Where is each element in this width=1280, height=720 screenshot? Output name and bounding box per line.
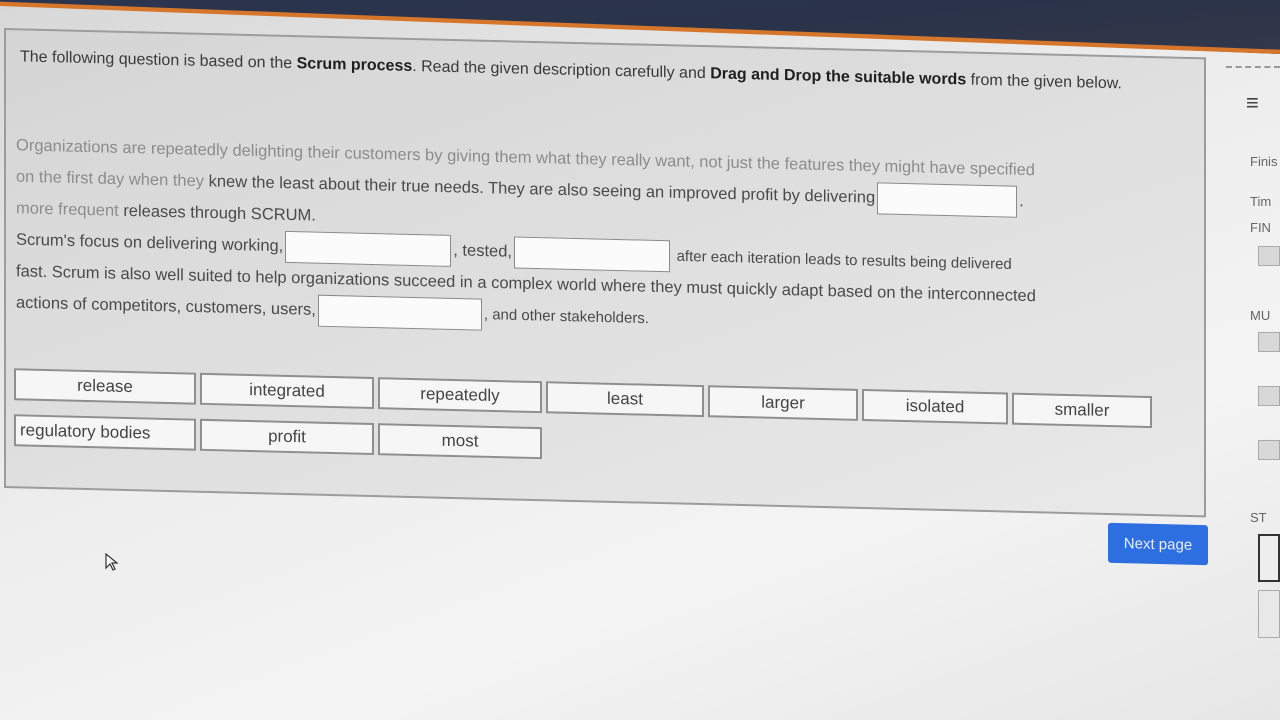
word-chip-least[interactable]: least	[546, 381, 704, 418]
question-nav-item[interactable]	[1258, 332, 1280, 352]
side-panel: ≡ Finis Tim FIN MU ST	[1232, 50, 1280, 720]
word-bank: release integrated repeatedly least larg…	[14, 368, 1164, 488]
word-chip-larger[interactable]: larger	[708, 385, 858, 421]
next-page-button[interactable]: Next page	[1108, 522, 1208, 566]
passage: Organizations are repeatedly delighting …	[16, 130, 1166, 347]
instruction-text: The following question is based on the	[20, 48, 297, 73]
instruction-bold-scrum: Scrum process	[296, 55, 413, 75]
word-chip-isolated[interactable]: isolated	[862, 388, 1008, 425]
question-nav-item[interactable]	[1258, 590, 1280, 638]
word-chip-most[interactable]: most	[378, 423, 542, 460]
drop-target-2[interactable]	[285, 230, 452, 267]
menu-icon[interactable]: ≡	[1246, 90, 1259, 116]
instruction-bold-drag: Drag and Drop the suitable words	[710, 65, 967, 89]
question-nav-item[interactable]	[1258, 386, 1280, 406]
drop-target-3[interactable]	[513, 236, 670, 273]
st-label: ST	[1250, 510, 1267, 525]
word-chip-repeatedly[interactable]: repeatedly	[378, 377, 542, 414]
question-nav-item[interactable]	[1258, 440, 1280, 460]
question-panel: The following question is based on the S…	[4, 28, 1206, 518]
word-chip-smaller[interactable]: smaller	[1012, 392, 1152, 429]
question-instruction: The following question is based on the S…	[20, 46, 1150, 95]
question-nav-item[interactable]	[1258, 534, 1280, 582]
word-chip-regulatory-bodies[interactable]: regulatory bodies	[14, 414, 196, 451]
drop-target-4[interactable]	[317, 294, 482, 331]
word-chip-profit[interactable]: profit	[200, 418, 374, 456]
word-chip-release[interactable]: release	[14, 368, 196, 405]
instruction-text: from the given below.	[966, 71, 1122, 93]
question-nav-item[interactable]	[1258, 246, 1280, 266]
final-label: FIN	[1250, 220, 1271, 235]
word-chip-integrated[interactable]: integrated	[200, 372, 374, 410]
finish-label[interactable]: Finis	[1250, 154, 1277, 169]
time-label: Tim	[1250, 194, 1272, 209]
instruction-text: . Read the given description carefully a…	[412, 57, 711, 83]
drop-target-1[interactable]	[877, 182, 1018, 218]
mouse-cursor-icon	[105, 552, 119, 571]
mu-label: MU	[1250, 308, 1271, 323]
